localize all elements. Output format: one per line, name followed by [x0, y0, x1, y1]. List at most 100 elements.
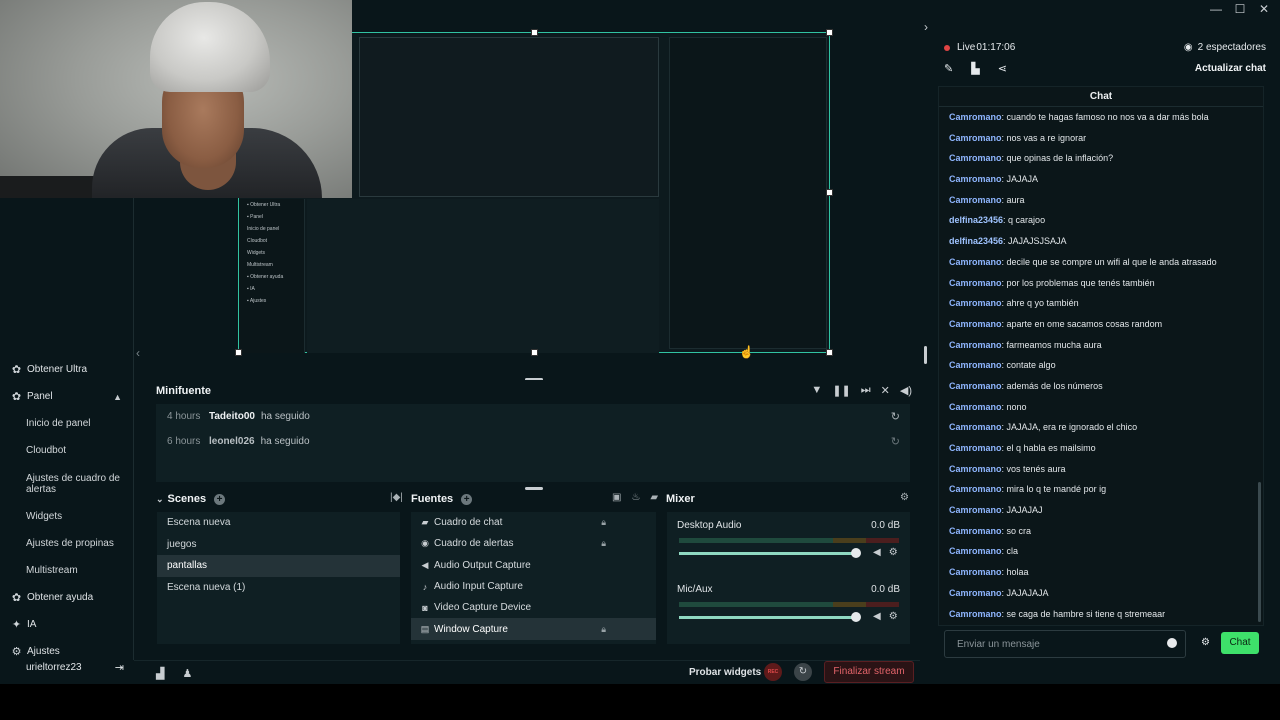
- chat-username[interactable]: Camromano: [949, 257, 1002, 267]
- edit-icon[interactable]: ✎: [944, 62, 953, 75]
- gear-icon[interactable]: ⚙: [889, 611, 898, 622]
- dashboard-icon[interactable]: ▙: [971, 62, 979, 75]
- notifications-icon[interactable]: ♟: [182, 667, 192, 680]
- lock-icon[interactable]: 🔒︎: [601, 538, 606, 549]
- mute-notifications-icon[interactable]: ✕: [881, 384, 890, 397]
- maximize-button[interactable]: ☐: [1234, 2, 1246, 16]
- speaker-icon[interactable]: ◀: [873, 547, 881, 558]
- chat-scrollbar[interactable]: [1258, 482, 1261, 622]
- resize-handle[interactable]: [531, 29, 538, 36]
- chat-username[interactable]: Camromano: [949, 402, 1002, 412]
- source-item[interactable]: ◙ Video Capture Device: [411, 597, 656, 618]
- skip-icon[interactable]: ⏭: [861, 384, 871, 397]
- chevron-down-icon[interactable]: ⌄: [156, 494, 164, 505]
- chat-username[interactable]: Camromano: [949, 360, 1002, 370]
- chat-username[interactable]: Camromano: [949, 588, 1002, 598]
- chat-username[interactable]: Camromano: [949, 609, 1002, 619]
- chat-username[interactable]: Camromano: [949, 505, 1002, 515]
- scene-item[interactable]: Escena nueva (1): [157, 577, 400, 599]
- volume-slider[interactable]: [679, 552, 855, 555]
- chat-username[interactable]: Camromano: [949, 112, 1002, 122]
- close-button[interactable]: ✕: [1258, 2, 1270, 16]
- resize-handle[interactable]: [826, 29, 833, 36]
- chat-username[interactable]: Camromano: [949, 298, 1002, 308]
- volume-slider-handle[interactable]: [851, 612, 861, 622]
- sidebar-item-cloudbot[interactable]: Cloudbot: [0, 437, 134, 464]
- emoji-icon[interactable]: [1167, 638, 1177, 648]
- resize-handle[interactable]: [531, 349, 538, 356]
- replay-icon[interactable]: ↻: [891, 435, 900, 448]
- pause-icon[interactable]: ❚❚: [832, 384, 850, 397]
- chat-username[interactable]: Camromano: [949, 464, 1002, 474]
- scene-item[interactable]: Escena nueva: [157, 512, 400, 534]
- chat-username[interactable]: Camromano: [949, 422, 1002, 432]
- replay-icon[interactable]: ↻: [891, 410, 900, 423]
- source-item[interactable]: ◀ Audio Output Capture: [411, 555, 656, 576]
- collapse-sidebar-icon[interactable]: ‹: [136, 346, 140, 360]
- folder-icon[interactable]: ▰: [650, 492, 658, 503]
- sidebar-item-ai[interactable]: ✦ IA: [0, 611, 134, 638]
- chat-username[interactable]: Camromano: [949, 526, 1002, 536]
- sidebar-item-widgets[interactable]: Widgets: [0, 503, 134, 530]
- gear-icon[interactable]: ⚙: [889, 547, 898, 558]
- resize-handle[interactable]: [826, 189, 833, 196]
- chat-username[interactable]: Camromano: [949, 567, 1002, 577]
- sidebar-item-dashboard[interactable]: Inicio de panel: [0, 410, 134, 437]
- refresh-chat-button[interactable]: Actualizar chat: [1195, 63, 1266, 74]
- lock-icon[interactable]: 🔒︎: [601, 517, 606, 528]
- replay-buffer-icon[interactable]: ↻: [794, 663, 812, 681]
- chat-username[interactable]: Camromano: [949, 443, 1002, 453]
- sidebar-item-panel[interactable]: ✿ Panel ▲: [0, 383, 134, 410]
- stats-icon[interactable]: ▟: [156, 667, 164, 680]
- sidebar-item-ultra[interactable]: ✿ Obtener Ultra: [0, 356, 134, 383]
- resize-handle[interactable]: [826, 349, 833, 356]
- source-item[interactable]: ◉ Cuadro de alertas 🔒︎: [411, 533, 656, 554]
- source-item[interactable]: ♪ Audio Input Capture: [411, 576, 656, 597]
- source-item[interactable]: ▰ Cuadro de chat 🔒︎: [411, 512, 656, 533]
- chat-username[interactable]: Camromano: [949, 484, 1002, 494]
- chat-username[interactable]: Camromano: [949, 278, 1002, 288]
- source-group-icon[interactable]: ▣: [612, 492, 621, 503]
- user-profile[interactable]: urieltorrez23 ⇥: [0, 656, 134, 678]
- chat-username[interactable]: Camromano: [949, 381, 1002, 391]
- volume-icon[interactable]: ◀): [900, 384, 912, 397]
- chat-username[interactable]: Camromano: [949, 133, 1002, 143]
- gear-icon[interactable]: ⚙: [1201, 637, 1210, 648]
- resize-handle[interactable]: [235, 349, 242, 356]
- source-item-active[interactable]: ▤ Window Capture 🔒︎: [411, 618, 656, 640]
- scene-item-active[interactable]: pantallas: [157, 555, 400, 577]
- add-scene-button[interactable]: +: [214, 493, 226, 505]
- sidebar-item-tips[interactable]: Ajustes de propinas: [0, 530, 134, 557]
- chat-username[interactable]: delfina23456: [949, 215, 1003, 225]
- test-widgets-button[interactable]: Probar widgets: [689, 667, 761, 678]
- volume-slider[interactable]: [679, 616, 855, 619]
- preview-scrollbar[interactable]: [924, 346, 927, 364]
- chat-username[interactable]: Camromano: [949, 195, 1002, 205]
- lock-icon[interactable]: 🔒︎: [601, 624, 606, 635]
- chevron-up-icon[interactable]: ▲: [113, 392, 122, 402]
- collapse-right-icon[interactable]: ›: [924, 20, 928, 34]
- chat-username[interactable]: delfina23456: [949, 236, 1003, 246]
- sidebar-item-help[interactable]: ✿ Obtener ayuda: [0, 584, 134, 611]
- minimize-button[interactable]: —: [1210, 2, 1222, 16]
- chat-username[interactable]: Camromano: [949, 319, 1002, 329]
- share-icon[interactable]: ⋖: [998, 62, 1007, 75]
- transition-icon[interactable]: |◆|: [390, 492, 403, 503]
- volume-slider-handle[interactable]: [851, 548, 861, 558]
- send-chat-button[interactable]: Chat: [1221, 632, 1259, 654]
- logout-icon[interactable]: ⇥: [115, 661, 124, 674]
- end-stream-button[interactable]: Finalizar stream: [824, 661, 914, 683]
- scene-item[interactable]: juegos: [157, 534, 400, 556]
- chat-username[interactable]: Camromano: [949, 546, 1002, 556]
- source-properties-icon[interactable]: ♨: [631, 492, 640, 503]
- rec-button[interactable]: REC: [764, 663, 782, 681]
- chat-username[interactable]: Camromano: [949, 174, 1002, 184]
- chat-username[interactable]: Camromano: [949, 340, 1002, 350]
- chat-input[interactable]: [945, 631, 1155, 657]
- chat-username[interactable]: Camromano: [949, 153, 1002, 163]
- drag-handle[interactable]: [525, 487, 543, 490]
- sidebar-item-multistream[interactable]: Multistream: [0, 557, 134, 584]
- sidebar-item-alertbox[interactable]: Ajustes de cuadro de alertas: [0, 464, 134, 503]
- filter-icon[interactable]: ▼: [811, 384, 822, 397]
- speaker-icon[interactable]: ◀: [873, 611, 881, 622]
